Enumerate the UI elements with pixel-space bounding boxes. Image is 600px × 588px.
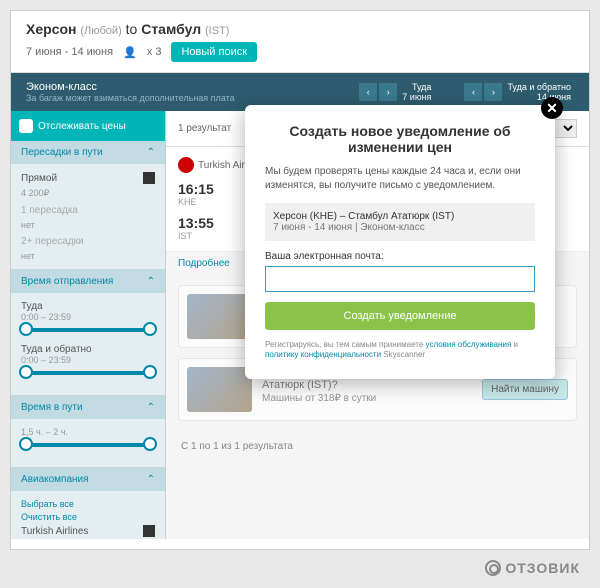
terms-link[interactable]: условия обслуживания (426, 340, 512, 349)
privacy-link[interactable]: политику конфиденциальности (265, 350, 381, 359)
create-alert-button[interactable]: Создать уведомление (265, 302, 535, 330)
modal-title: Создать новое уведомление об изменении ц… (265, 123, 535, 155)
price-alert-modal: ✕ Создать новое уведомление об изменении… (245, 105, 555, 379)
email-label: Ваша электронная почта: (265, 251, 535, 262)
modal-overlay: ✕ Создать новое уведомление об изменении… (0, 10, 600, 588)
legal-text: Регистрируясь, вы тем самым принимаете у… (265, 340, 535, 361)
modal-description: Мы будем проверять цены каждые 24 часа и… (265, 165, 535, 193)
close-button[interactable]: ✕ (541, 97, 563, 119)
email-input[interactable] (265, 266, 535, 292)
modal-route-box: Херсон (KHE) – Стамбул Ататюрк (IST) 7 и… (265, 203, 535, 241)
